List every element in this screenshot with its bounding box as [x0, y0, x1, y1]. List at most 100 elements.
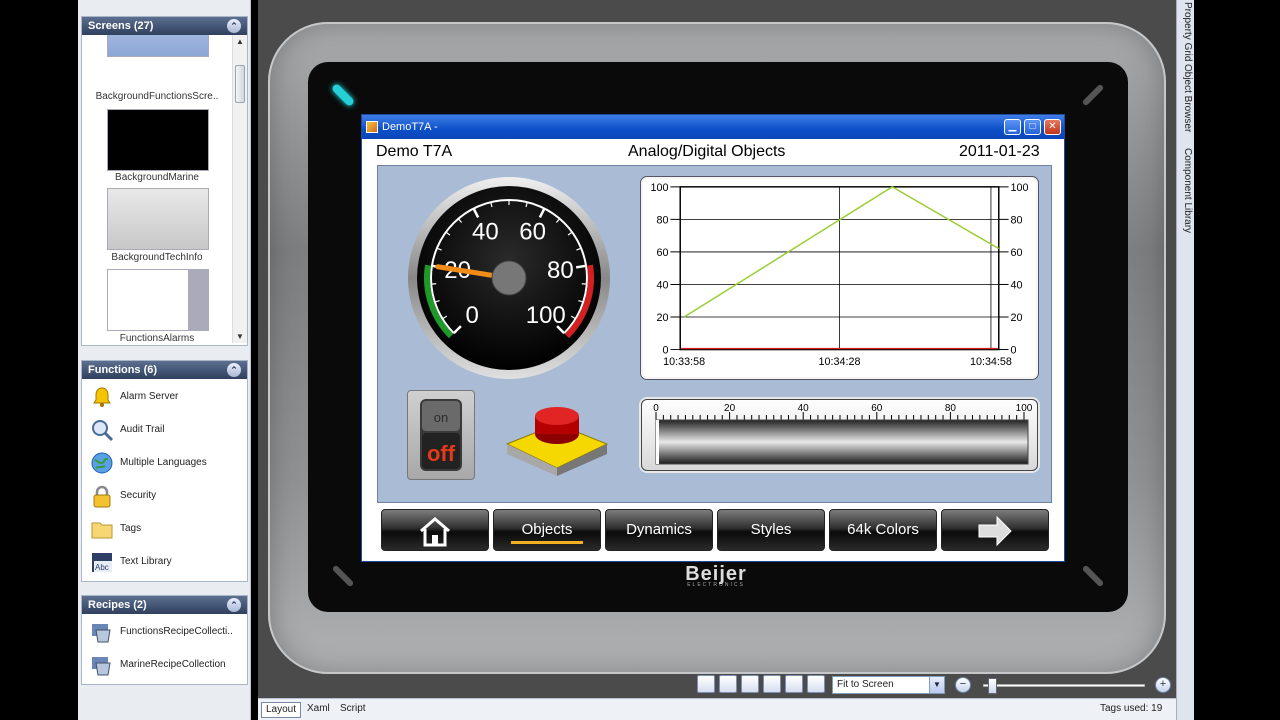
- explorer-panel: Screens (27) ⌃ BackgroundFunctionsScre..…: [78, 0, 251, 720]
- recipes-header[interactable]: Recipes (2) ⌃: [82, 596, 247, 614]
- recipe-item-label: MarineRecipeCollection: [120, 659, 226, 670]
- trend-x-tick-label: 10:33:58: [663, 356, 705, 368]
- screens-thumbnail-list: BackgroundFunctionsScre.. BackgroundMari…: [82, 35, 232, 343]
- scroll-down-icon[interactable]: ▼: [236, 332, 244, 341]
- function-item-tags[interactable]: Tags: [90, 515, 240, 545]
- tab-component-library[interactable]: Component Library: [1179, 148, 1193, 233]
- brand-subtitle: ELECTRONICS: [687, 582, 745, 588]
- nav-objects-button[interactable]: Objects: [493, 509, 601, 551]
- bar-gauge-ticks: 0 20 40 60 80 100: [653, 403, 1033, 420]
- nav-home-button[interactable]: [381, 509, 489, 551]
- screen-thumbnail-label: BackgroundTechInfo: [111, 252, 203, 263]
- collapse-icon[interactable]: ⌃: [227, 363, 241, 377]
- tab-property-grid[interactable]: Property Grid: [1179, 2, 1193, 61]
- tab-xaml[interactable]: Xaml: [303, 702, 334, 718]
- zoom-in-icon[interactable]: +: [1155, 677, 1171, 693]
- estop-cap-top: [535, 407, 579, 425]
- maximize-button[interactable]: □: [1024, 119, 1041, 135]
- functions-header-title: Functions (6): [88, 364, 158, 376]
- recipe-item[interactable]: FunctionsRecipeCollecti..: [90, 618, 240, 648]
- recipe-icon: [92, 624, 111, 643]
- zoom-slider[interactable]: [983, 678, 1145, 694]
- collapse-icon[interactable]: ⌃: [227, 598, 241, 612]
- grid-icon[interactable]: [697, 675, 715, 693]
- on-off-switch[interactable]: on off: [407, 390, 475, 480]
- recipe-icon: [92, 657, 111, 676]
- objects-panel: 020406080100 020406080100 020406080100 1…: [377, 165, 1052, 503]
- recipe-item-label: FunctionsRecipeCollecti..: [120, 626, 233, 637]
- analog-gauge[interactable]: 020406080100: [407, 176, 611, 380]
- gauge-hub: [491, 260, 527, 296]
- comment-icon[interactable]: [741, 675, 759, 693]
- trend-chart[interactable]: 0 20 40 60 80 100 0 20 40 60 80 100 10:33:58 10:34:…: [641, 177, 1038, 379]
- function-item-text-library[interactable]: Abc Text Library: [90, 548, 240, 578]
- screen-thumbnail[interactable]: [107, 35, 209, 57]
- screen-icon[interactable]: [785, 675, 803, 693]
- recipes-header-title: Recipes (2): [88, 599, 147, 611]
- emergency-stop-button[interactable]: [503, 398, 611, 476]
- switch-off-label: off: [427, 441, 456, 466]
- trend-x-axis: 10:33:58 10:34:28 10:34:58: [663, 356, 1012, 368]
- function-item-alarm-server[interactable]: Alarm Server: [90, 383, 240, 413]
- screen-thumbnail[interactable]: [107, 188, 209, 250]
- tab-object-browser[interactable]: Object Browser: [1179, 64, 1193, 132]
- function-item-label: Tags: [120, 523, 142, 534]
- nav-styles-button[interactable]: Styles: [717, 509, 825, 551]
- nav-dynamics-button[interactable]: Dynamics: [605, 509, 713, 551]
- tab-layout[interactable]: Layout: [261, 702, 302, 718]
- nav-64k-colors-label: 64k Colors: [847, 521, 919, 538]
- trend-y-tick-label: 80: [656, 214, 668, 226]
- function-item-security[interactable]: Security: [90, 482, 240, 512]
- zoom-slider-knob[interactable]: [988, 678, 997, 694]
- trend-y-tick-label: 20: [656, 312, 668, 324]
- minimize-button[interactable]: ▁: [1004, 119, 1021, 135]
- trend-y-tick-label: 60: [1011, 247, 1023, 259]
- trend-y-tick-label: 40: [1011, 279, 1023, 291]
- recipe-item[interactable]: MarineRecipeCollection: [90, 651, 240, 681]
- bell-icon: [93, 387, 111, 407]
- screen-thumbnail-label: FunctionsAlarms: [119, 333, 195, 343]
- function-item-label: Security: [120, 490, 157, 501]
- magnifier-icon: [92, 420, 114, 442]
- trend-y-tick-label: 40: [656, 279, 668, 291]
- status-bar: Layout Xaml Script Tags used: 19: [258, 698, 1176, 720]
- collapse-icon[interactable]: ⌃: [227, 19, 241, 33]
- nav-64k-colors-button[interactable]: 64k Colors: [829, 509, 937, 551]
- active-indicator: [511, 541, 583, 544]
- book-icon: Abc: [92, 553, 112, 572]
- switch-graphic: on off: [420, 399, 462, 471]
- screens-header[interactable]: Screens (27) ⌃: [82, 17, 247, 35]
- function-item-audit-trail[interactable]: Audit Trail: [90, 416, 240, 446]
- screens-header-title: Screens (27): [88, 20, 154, 32]
- preview-icon[interactable]: [763, 675, 781, 693]
- layout-icon[interactable]: [807, 675, 825, 693]
- bar-gauge[interactable]: 0 20 40 60 80 100: [641, 399, 1038, 471]
- function-item-multiple-languages[interactable]: Multiple Languages: [90, 449, 240, 479]
- right-dock: Property Grid Object Browser Component L…: [1176, 0, 1194, 720]
- function-item-label: Multiple Languages: [120, 457, 207, 468]
- arrow-right-icon: [978, 515, 1012, 547]
- snap-icon[interactable]: [719, 675, 737, 693]
- trend-x-tick-label: 10:34:58: [970, 356, 1012, 368]
- functions-header[interactable]: Functions (6) ⌃: [82, 361, 247, 379]
- screen-thumbnail-label: BackgroundFunctionsScre..: [95, 91, 219, 102]
- close-button[interactable]: ✕: [1044, 119, 1061, 135]
- bar-gauge-tick-label: 0: [653, 403, 659, 414]
- window-title-bar[interactable]: DemoT7A - ▁ □ ✕: [362, 115, 1064, 139]
- gauge-tick-label: 40: [472, 219, 499, 246]
- zoom-out-icon[interactable]: −: [955, 677, 971, 693]
- function-item-label: Text Library: [120, 556, 172, 567]
- zoom-select[interactable]: Fit to Screen ▼: [832, 676, 945, 694]
- tab-script[interactable]: Script: [336, 702, 370, 718]
- screen-thumbnail[interactable]: [107, 109, 209, 171]
- chevron-down-icon[interactable]: ▼: [929, 677, 944, 693]
- function-item-label: Alarm Server: [120, 391, 179, 402]
- scroll-thumb[interactable]: [235, 65, 245, 103]
- screens-scrollbar[interactable]: ▲ ▼: [232, 35, 247, 343]
- nav-next-button[interactable]: [941, 509, 1049, 551]
- function-item-label: Audit Trail: [120, 424, 165, 435]
- trend-y-tick-label: 20: [1011, 312, 1023, 324]
- screen-thumbnail[interactable]: [107, 269, 209, 331]
- scroll-up-icon[interactable]: ▲: [236, 37, 244, 46]
- trend-y-tick-label: 100: [650, 182, 668, 194]
